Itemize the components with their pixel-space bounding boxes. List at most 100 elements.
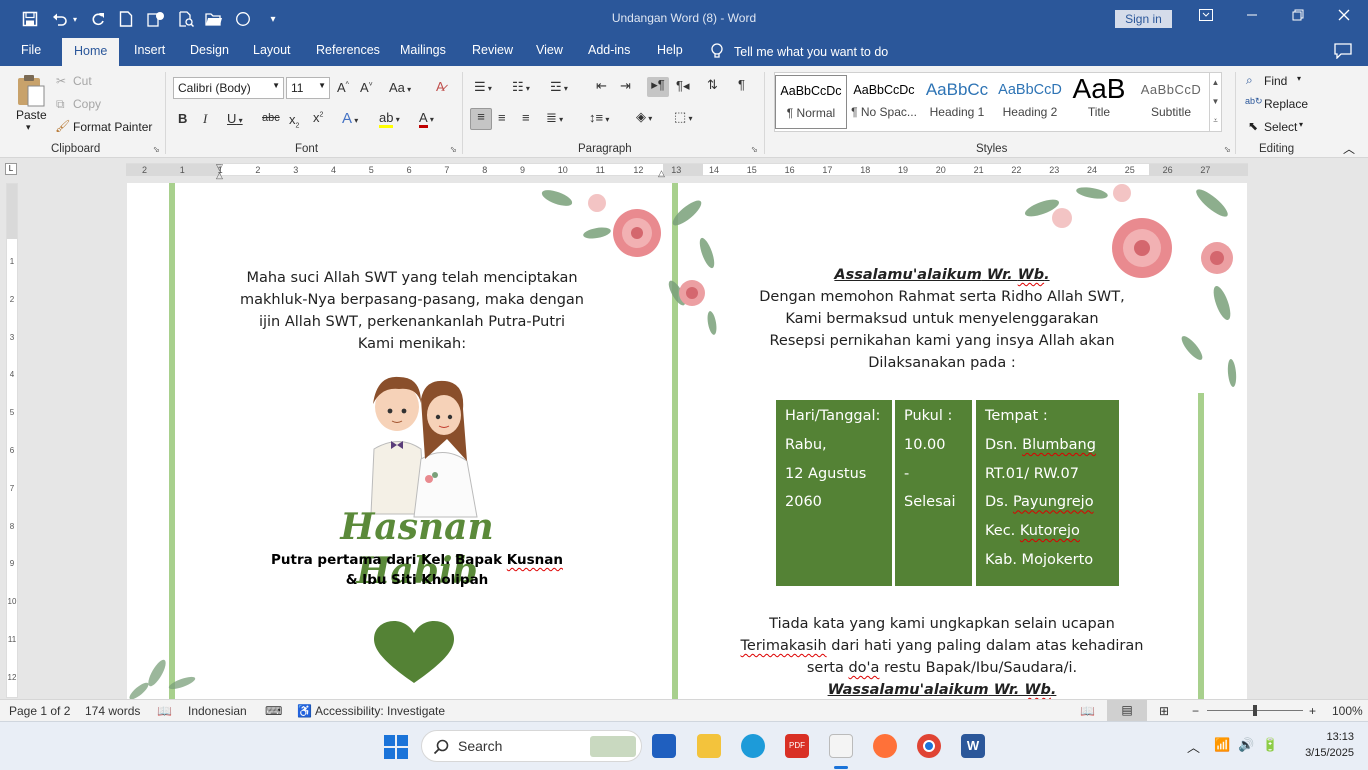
justify-icon[interactable]: ≣ ▾ xyxy=(546,110,563,126)
tab-design[interactable]: Design xyxy=(190,43,229,57)
zoom-in-icon[interactable]: + xyxy=(1309,704,1316,718)
pdf-reader-icon[interactable]: PDF xyxy=(785,734,809,758)
accessibility-status[interactable]: Accessibility: Investigate xyxy=(315,704,445,718)
decrease-indent-icon[interactable]: ⇤ xyxy=(596,78,607,94)
tell-me-search[interactable]: Tell me what you want to do xyxy=(710,43,888,59)
more-styles-icon[interactable]: ⩡ xyxy=(1210,111,1221,130)
chevron-up-icon[interactable]: ▲ xyxy=(1210,73,1221,92)
volume-icon[interactable]: 🔊 xyxy=(1238,737,1254,753)
subscript-icon[interactable]: x2 xyxy=(289,112,299,130)
align-left-icon[interactable]: ≡ xyxy=(470,108,492,130)
tab-file[interactable]: File xyxy=(21,43,41,57)
font-size-select[interactable]: 11 ▼ xyxy=(286,77,330,99)
table-cell-time[interactable]: Pukul : 10.00 - Selesai xyxy=(895,400,972,586)
font-launcher-icon[interactable]: ⬂ xyxy=(450,145,457,154)
strikethrough-icon[interactable]: abc xyxy=(262,112,280,124)
clock-date[interactable]: 3/15/2025 xyxy=(1290,747,1354,759)
right-indent-marker[interactable]: △ xyxy=(658,168,665,179)
select-button[interactable]: Select xyxy=(1264,120,1297,134)
firefox-icon[interactable] xyxy=(873,734,897,758)
tab-home[interactable]: Home xyxy=(62,38,120,66)
align-center-icon[interactable]: ≡ xyxy=(498,110,506,125)
line-spacing-icon[interactable]: ↕≡ ▾ xyxy=(589,110,609,125)
replace-button[interactable]: Replace xyxy=(1264,97,1308,111)
styles-launcher-icon[interactable]: ⬂ xyxy=(1224,145,1231,154)
style-title[interactable]: AaB Title xyxy=(1063,75,1135,129)
web-layout-icon[interactable]: ⊞ xyxy=(1159,704,1169,718)
show-hidden-icons[interactable]: ︿ xyxy=(1187,737,1200,756)
clear-formatting-icon[interactable]: A̷ xyxy=(436,79,445,94)
shrink-font-icon[interactable]: A˅ xyxy=(360,80,373,95)
restore-icon[interactable] xyxy=(1284,6,1312,28)
styles-scroll[interactable]: ▲ ▼ ⩡ xyxy=(1209,73,1221,131)
copy-button[interactable]: Copy xyxy=(73,97,101,111)
tab-view[interactable]: View xyxy=(536,43,563,57)
language-indicator[interactable]: Indonesian xyxy=(188,704,247,718)
windows-start-icon[interactable] xyxy=(384,735,408,759)
chrome-icon[interactable] xyxy=(917,734,941,758)
sign-in-button[interactable]: Sign in xyxy=(1115,10,1172,28)
underline-icon[interactable]: U ▾ xyxy=(227,111,243,126)
text-effects-icon[interactable]: A ▾ xyxy=(342,110,358,127)
paragraph-launcher-icon[interactable]: ⬂ xyxy=(751,145,758,154)
tab-layout[interactable]: Layout xyxy=(253,43,291,57)
taskbar-search[interactable]: Search xyxy=(421,730,642,762)
tab-mailings[interactable]: Mailings xyxy=(400,43,446,57)
find-dropdown-icon[interactable]: ▾ xyxy=(1297,74,1301,83)
paste-icon[interactable] xyxy=(16,74,46,108)
ltr-text-direction-icon[interactable]: ▸¶ xyxy=(647,77,669,97)
tab-add-ins[interactable]: Add-ins xyxy=(588,43,630,57)
tab-insert[interactable]: Insert xyxy=(134,43,165,57)
font-color-icon[interactable]: A ▾ xyxy=(419,110,434,128)
tab-references[interactable]: References xyxy=(316,43,380,57)
style-normal[interactable]: AaBbCcDc ¶ Normal xyxy=(775,75,847,129)
edge-browser-icon[interactable] xyxy=(741,734,765,758)
text-predictions-icon[interactable]: ⌨ xyxy=(265,704,282,718)
find-button[interactable]: Find xyxy=(1264,74,1287,88)
clipboard-launcher-icon[interactable]: ⬂ xyxy=(153,145,160,154)
highlight-color-icon[interactable]: ab ▾ xyxy=(379,110,400,128)
format-painter-button[interactable]: Format Painter xyxy=(73,120,152,134)
grow-font-icon[interactable]: A^ xyxy=(337,80,349,95)
word-count[interactable]: 174 words xyxy=(85,704,140,718)
read-mode-icon[interactable]: 📖 xyxy=(1080,704,1095,718)
proofing-icon[interactable]: 📖 xyxy=(157,704,172,718)
shading-icon[interactable]: ◈ ▾ xyxy=(636,109,652,125)
document-page[interactable]: Maha suci Allah SWT yang telah menciptak… xyxy=(127,183,1247,699)
multilevel-list-icon[interactable]: ☲ ▾ xyxy=(550,79,568,95)
style-subtitle[interactable]: AaBbCcD Subtitle xyxy=(1135,75,1207,129)
superscript-icon[interactable]: x2 xyxy=(313,110,323,125)
increase-indent-icon[interactable]: ⇥ xyxy=(620,78,631,94)
print-layout-icon[interactable]: ▤ xyxy=(1107,700,1147,721)
show-paragraph-marks-icon[interactable]: ¶ xyxy=(738,77,745,92)
page-count[interactable]: Page 1 of 2 xyxy=(9,704,70,718)
clock-time[interactable]: 13:13 xyxy=(1296,731,1354,743)
sort-icon[interactable]: ⇅ xyxy=(707,77,718,93)
zoom-out-icon[interactable]: − xyxy=(1192,704,1199,718)
microsoft-store-icon[interactable] xyxy=(652,734,676,758)
chevron-down-icon[interactable]: ▼ xyxy=(1210,92,1221,111)
file-explorer-icon[interactable] xyxy=(697,734,721,758)
tab-review[interactable]: Review xyxy=(472,43,513,57)
horizontal-ruler[interactable]: 2 1 1 2 3 4 5 6 7 8 9 10 11 12 13 14 15 16 17 18 19 20 21 22 23 2… xyxy=(126,162,1248,180)
tab-selector-icon[interactable]: L xyxy=(5,163,17,175)
numbering-icon[interactable]: ☷ ▾ xyxy=(512,79,530,95)
tab-help[interactable]: Help xyxy=(657,43,683,57)
snipping-tool-icon[interactable] xyxy=(829,734,853,758)
word-app-icon[interactable]: W xyxy=(961,734,985,758)
borders-icon[interactable]: ⬚ ▾ xyxy=(674,109,693,125)
bold-icon[interactable]: B xyxy=(178,111,187,126)
select-dropdown-icon[interactable]: ▾ xyxy=(1299,120,1303,129)
zoom-level[interactable]: 100% xyxy=(1332,704,1363,718)
zoom-slider[interactable] xyxy=(1207,705,1303,716)
font-family-select[interactable]: Calibri (Body) ▼ xyxy=(173,77,284,99)
bullets-icon[interactable]: ☰ ▾ xyxy=(474,79,492,95)
paste-button[interactable]: Paste xyxy=(16,108,47,122)
close-icon[interactable] xyxy=(1330,6,1358,28)
vertical-ruler[interactable]: 1 2 3 4 5 6 7 8 9 10 11 12 xyxy=(6,183,18,698)
table-cell-date[interactable]: Hari/Tanggal: Rabu, 12 Agustus 2060 xyxy=(776,400,892,586)
comments-icon[interactable] xyxy=(1334,43,1352,62)
ribbon-display-options-icon[interactable] xyxy=(1192,6,1220,28)
minimize-icon[interactable] xyxy=(1238,6,1266,28)
paste-dropdown-icon[interactable]: ▾ xyxy=(26,122,31,133)
